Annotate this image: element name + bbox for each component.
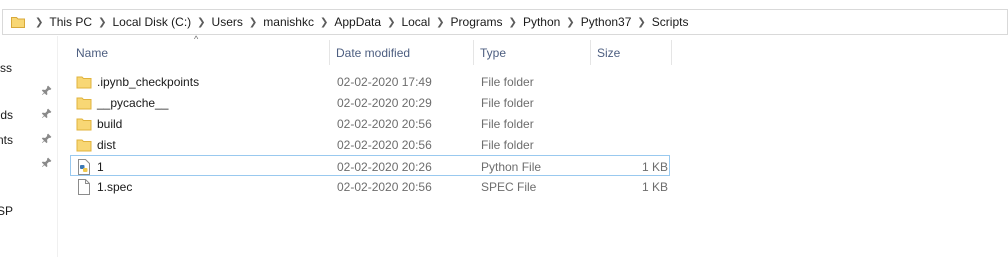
breadcrumb-item[interactable]: ❯ manishkc: [243, 10, 314, 34]
address-bar[interactable]: ❯ This PC ❯ Local Disk (C:) ❯ Users ❯ manish…: [2, 9, 1008, 35]
pin-icon: [41, 133, 52, 144]
nav-item-pinned[interactable]: [0, 83, 58, 101]
breadcrumb-item[interactable]: ❯ Python37: [560, 10, 631, 34]
breadcrumb-item[interactable]: ❯ Python: [503, 10, 561, 34]
navigation-pane: ess ds nts OSP: [0, 36, 58, 257]
file-row[interactable]: build 02-02-2020 20:56 File folder: [70, 113, 670, 134]
python-file-icon: [76, 158, 92, 175]
column-header-size[interactable]: Size: [591, 40, 672, 65]
folder-icon: [76, 137, 92, 153]
file-type: SPEC File: [481, 179, 537, 194]
chevron-right-icon: ❯: [436, 16, 445, 28]
file-date: 02-02-2020 20:29: [337, 95, 432, 110]
chevron-right-icon: ❯: [387, 16, 396, 28]
pin-icon: [41, 108, 52, 119]
file-type: File folder: [481, 74, 534, 89]
nav-item-quick-access[interactable]: ess: [0, 59, 58, 77]
breadcrumb-item[interactable]: ❯ This PC: [29, 10, 92, 34]
file-row-selected[interactable]: 1 02-02-2020 20:26 Python File 1 KB: [70, 155, 670, 176]
nav-item-documents[interactable]: nts: [0, 131, 58, 149]
breadcrumb-item[interactable]: ❯ Programs: [430, 10, 502, 34]
chevron-right-icon: ❯: [566, 16, 575, 28]
column-headers: ^ Name Date modified Type Size: [70, 34, 675, 65]
chevron-right-icon: ❯: [35, 16, 44, 28]
file-name: 1: [97, 159, 104, 174]
file-date: 02-02-2020 20:26: [337, 159, 432, 174]
chevron-right-icon: ❯: [637, 16, 646, 28]
breadcrumb-item[interactable]: ❯ AppData: [314, 10, 381, 34]
file-size: 1 KB: [641, 159, 668, 174]
breadcrumb-item[interactable]: ❯ Scripts: [631, 10, 688, 34]
file-row[interactable]: __pycache__ 02-02-2020 20:29 File folder: [70, 92, 670, 113]
file-size: [598, 92, 668, 113]
file-date: 02-02-2020 20:56: [337, 116, 432, 131]
chevron-right-icon: ❯: [319, 16, 329, 28]
file-type: File folder: [481, 116, 534, 131]
file-list: .ipynb_checkpoints 02-02-2020 17:49 File…: [70, 71, 670, 197]
file-type: Python File: [481, 159, 542, 174]
nav-item-downloads[interactable]: ds: [0, 106, 58, 124]
chevron-right-icon: ❯: [248, 16, 258, 28]
folder-icon: [76, 95, 92, 111]
breadcrumb-item[interactable]: ❯ Users: [191, 10, 243, 34]
document-icon: [76, 178, 92, 195]
file-size: [598, 113, 668, 134]
folder-icon: [11, 16, 25, 28]
chevron-right-icon: ❯: [98, 16, 107, 28]
file-size: 1 KB: [641, 179, 668, 194]
file-name: 1.spec: [97, 179, 133, 194]
folder-icon: [76, 116, 92, 132]
folder-icon: [76, 74, 92, 90]
column-header-type[interactable]: Type: [474, 40, 591, 65]
file-type: File folder: [481, 137, 534, 152]
file-date: 02-02-2020 17:49: [337, 74, 432, 89]
file-name: build: [97, 116, 123, 131]
breadcrumb-item[interactable]: ❯ Local: [381, 10, 430, 34]
column-header-date-modified[interactable]: Date modified: [330, 40, 474, 65]
nav-item-osp[interactable]: OSP: [0, 202, 58, 220]
chevron-right-icon: ❯: [508, 16, 517, 28]
file-name: .ipynb_checkpoints: [97, 74, 200, 89]
pin-icon: [41, 157, 52, 168]
file-row[interactable]: 1.spec 02-02-2020 20:56 SPEC File 1 KB: [70, 176, 670, 197]
breadcrumb-item[interactable]: ❯ Local Disk (C:): [92, 10, 191, 34]
chevron-right-icon: ❯: [197, 16, 206, 28]
file-size: [598, 134, 668, 155]
file-row[interactable]: .ipynb_checkpoints 02-02-2020 17:49 File…: [70, 71, 670, 92]
file-date: 02-02-2020 20:56: [337, 137, 432, 152]
pin-icon: [41, 85, 52, 96]
nav-item-pictures[interactable]: [0, 155, 58, 173]
column-header-name[interactable]: Name: [70, 40, 330, 65]
file-type: File folder: [481, 95, 534, 110]
file-size: [598, 71, 668, 92]
file-name: __pycache__: [97, 95, 169, 110]
file-date: 02-02-2020 20:56: [337, 179, 432, 194]
file-name: dist: [97, 137, 116, 152]
file-row[interactable]: dist 02-02-2020 20:56 File folder: [70, 134, 670, 155]
